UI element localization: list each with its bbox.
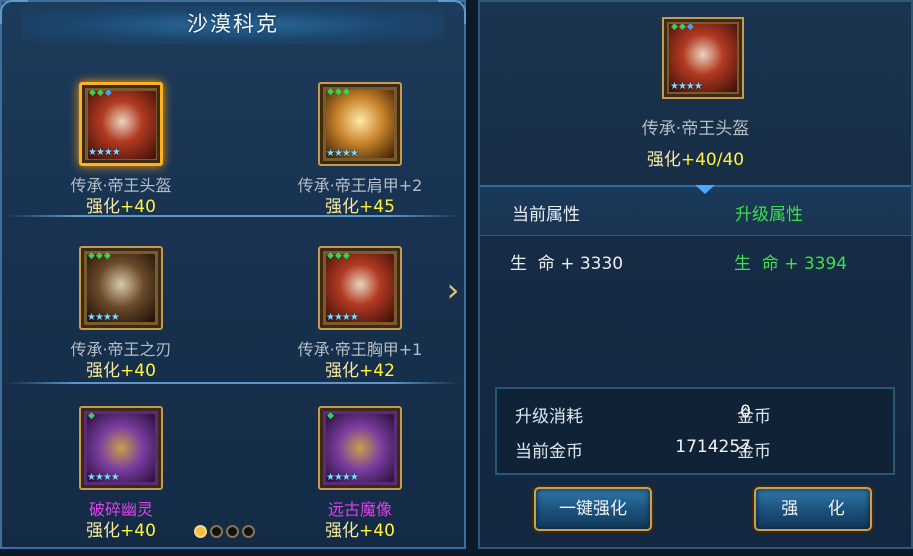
gold-unit-label: 金币 bbox=[737, 407, 771, 427]
selected-item-frame: ◆◆◆ ★★★★ bbox=[662, 17, 744, 99]
equipment-slot-necklace[interactable]: ◆ ★★★★ 破碎幽灵 强化+40 bbox=[31, 406, 211, 556]
upgrade-hp-stat: 生 命 + 3394 bbox=[734, 254, 848, 274]
page-indicator[interactable] bbox=[194, 523, 258, 539]
panel-title: 沙漠科克 bbox=[187, 12, 279, 36]
current-gold-label: 当前金币 bbox=[515, 442, 583, 462]
gem-sockets: ◆◆◆ bbox=[327, 251, 351, 261]
gem-sockets: ◆◆◆ bbox=[671, 22, 695, 32]
star-rating: ★★★★ bbox=[326, 472, 359, 483]
item-frame[interactable]: ◆ ★★★★ bbox=[318, 406, 402, 490]
star-rating: ★★★★ bbox=[326, 312, 359, 323]
selected-item-enhance-level: 强化+40/40 bbox=[646, 150, 745, 170]
page-dot[interactable] bbox=[226, 525, 239, 538]
equipment-slot-helmet[interactable]: ◆◆◆ ★★★★ 传承·帝王头盔 强化+40 bbox=[31, 82, 211, 232]
cost-box: 升级消耗 0 金币 当前金币 1714257 金币 bbox=[495, 387, 895, 475]
item-enhance-level: 强化+40 bbox=[325, 521, 395, 541]
gem-sockets: ◆◆◆ bbox=[89, 88, 113, 98]
gold-unit-label: 金币 bbox=[737, 442, 771, 462]
star-rating: ★★★★ bbox=[670, 81, 703, 92]
gem-sockets: ◆ bbox=[327, 411, 335, 421]
attribute-header: 当前属性 升级属性 bbox=[480, 185, 911, 236]
selected-item-name: 传承·帝王头盔 bbox=[641, 119, 750, 139]
gem-sockets: ◆◆◆ bbox=[327, 87, 351, 97]
equipment-slot-blade[interactable]: ◆◆◆ ★★★★ 传承·帝王之刃 强化+40 bbox=[31, 246, 211, 396]
equipment-slot-chest[interactable]: ◆◆◆ ★★★★ 传承·帝王胸甲+1 强化+42 bbox=[270, 246, 450, 396]
next-page-arrow-icon[interactable]: › bbox=[442, 268, 464, 312]
enhance-detail-panel: ◆◆◆ ★★★★ 传承·帝王头盔 强化+40/40 当前属性 升级属性 生 命 … bbox=[478, 0, 913, 549]
page-dot[interactable] bbox=[210, 525, 223, 538]
item-enhance-level: 强化+45 bbox=[325, 197, 395, 217]
gem-sockets: ◆◆◆ bbox=[88, 251, 112, 261]
current-hp-stat: 生 命 + 3330 bbox=[510, 254, 624, 274]
star-rating: ★★★★ bbox=[326, 148, 359, 159]
item-frame[interactable]: ◆◆◆ ★★★★ bbox=[79, 246, 163, 330]
star-rating: ★★★★ bbox=[87, 312, 120, 323]
star-rating: ★★★★ bbox=[87, 472, 120, 483]
equipment-slot-shoulder[interactable]: ◆◆◆ ★★★★ 传承·帝王肩甲+2 强化+45 bbox=[270, 82, 450, 232]
item-enhance-level: 强化+40 bbox=[86, 197, 156, 217]
item-frame[interactable]: ◆ ★★★★ bbox=[79, 406, 163, 490]
item-enhance-level: 强化+40 bbox=[86, 361, 156, 381]
star-rating: ★★★★ bbox=[88, 147, 121, 158]
page-dot[interactable] bbox=[242, 525, 255, 538]
enhance-button[interactable]: 强 化 bbox=[754, 487, 872, 531]
item-frame[interactable]: ◆◆◆ ★★★★ bbox=[318, 246, 402, 330]
upgrade-attributes-label: 升级属性 bbox=[735, 205, 803, 225]
one-click-enhance-button[interactable]: 一键强化 bbox=[534, 487, 652, 531]
item-frame-selected[interactable]: ◆◆◆ ★★★★ bbox=[79, 82, 163, 166]
equipment-slot-ring[interactable]: ◆ ★★★★ 远古魔像 强化+40 bbox=[270, 406, 450, 556]
upgrade-cost-label: 升级消耗 bbox=[515, 407, 583, 427]
current-attributes-label: 当前属性 bbox=[512, 205, 580, 225]
item-enhance-level: 强化+42 bbox=[325, 361, 395, 381]
item-enhance-level: 强化+40 bbox=[86, 521, 156, 541]
gem-sockets: ◆ bbox=[88, 411, 96, 421]
pointer-arrow-icon bbox=[695, 185, 715, 194]
item-frame[interactable]: ◆◆◆ ★★★★ bbox=[318, 82, 402, 166]
page-dot-active[interactable] bbox=[194, 525, 207, 538]
equipment-list-panel: 沙漠科克 ◆◆◆ ★★★★ 传承·帝王头盔 强化+40 ◆◆◆ ★★★★ 传承·… bbox=[0, 0, 466, 549]
